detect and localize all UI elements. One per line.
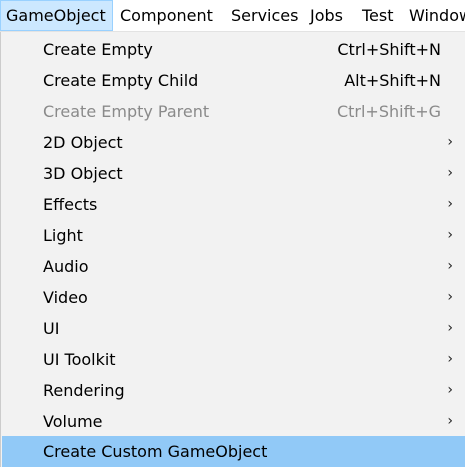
chevron-right-icon: ›: [447, 227, 453, 243]
chevron-right-icon: ›: [447, 196, 453, 212]
menu-item-audio[interactable]: Audio ›: [2, 251, 465, 282]
menu-item-label: Create Custom GameObject: [43, 442, 268, 461]
menu-item-shortcut: Ctrl+Shift+G: [336, 102, 441, 121]
menu-item-rendering[interactable]: Rendering ›: [2, 375, 465, 406]
menu-item-volume[interactable]: Volume ›: [2, 406, 465, 437]
menu-item-3d-object[interactable]: 3D Object ›: [2, 158, 465, 189]
menu-item-label: Volume: [43, 412, 103, 431]
menu-item-label: Create Empty: [43, 40, 153, 59]
menu-item-light[interactable]: Light ›: [2, 220, 465, 251]
chevron-right-icon: ›: [447, 413, 453, 429]
menu-bar: GameObject Component Services Jobs Test …: [0, 0, 465, 32]
menu-item-shortcut: Alt+Shift+N: [344, 71, 441, 90]
chevron-right-icon: ›: [447, 165, 453, 181]
menu-item-create-custom-gameobject[interactable]: Create Custom GameObject: [2, 436, 465, 467]
menu-item-label: UI: [43, 319, 60, 338]
chevron-right-icon: ›: [447, 289, 453, 305]
menu-item-2d-object[interactable]: 2D Object ›: [2, 127, 465, 158]
menu-item-label: 3D Object: [43, 164, 123, 183]
menu-item-label: 2D Object: [43, 133, 123, 152]
menubar-jobs[interactable]: Jobs: [305, 0, 348, 31]
gameobject-dropdown-menu: Create Empty Ctrl+Shift+N Create Empty C…: [0, 32, 465, 467]
menubar-services[interactable]: Services: [226, 0, 303, 31]
menu-item-shortcut: Ctrl+Shift+N: [337, 40, 441, 59]
menu-item-label: Create Empty Child: [43, 71, 199, 90]
menu-item-effects[interactable]: Effects ›: [2, 189, 465, 220]
menu-item-label: Video: [43, 288, 88, 307]
menu-item-label: Rendering: [43, 381, 125, 400]
chevron-right-icon: ›: [447, 258, 453, 274]
menu-item-label: Light: [43, 226, 83, 245]
menubar-gameobject[interactable]: GameObject: [0, 0, 113, 31]
menu-item-video[interactable]: Video ›: [2, 282, 465, 313]
chevron-right-icon: ›: [447, 382, 453, 398]
menu-item-create-empty-parent: Create Empty Parent Ctrl+Shift+G: [2, 96, 465, 127]
menu-item-create-empty[interactable]: Create Empty Ctrl+Shift+N: [2, 34, 465, 65]
chevron-right-icon: ›: [447, 134, 453, 150]
menubar-component[interactable]: Component: [115, 0, 218, 31]
menu-item-label: Effects: [43, 195, 98, 214]
chevron-right-icon: ›: [447, 351, 453, 367]
menubar-test[interactable]: Test: [357, 0, 399, 31]
menu-item-ui-toolkit[interactable]: UI Toolkit ›: [2, 344, 465, 375]
menu-item-create-empty-child[interactable]: Create Empty Child Alt+Shift+N: [2, 65, 465, 96]
menu-item-label: UI Toolkit: [43, 350, 116, 369]
menu-item-ui[interactable]: UI ›: [2, 313, 465, 344]
chevron-right-icon: ›: [447, 320, 453, 336]
menu-item-label: Create Empty Parent: [43, 102, 210, 121]
menubar-window[interactable]: Window: [404, 0, 465, 31]
menu-item-label: Audio: [43, 257, 89, 276]
